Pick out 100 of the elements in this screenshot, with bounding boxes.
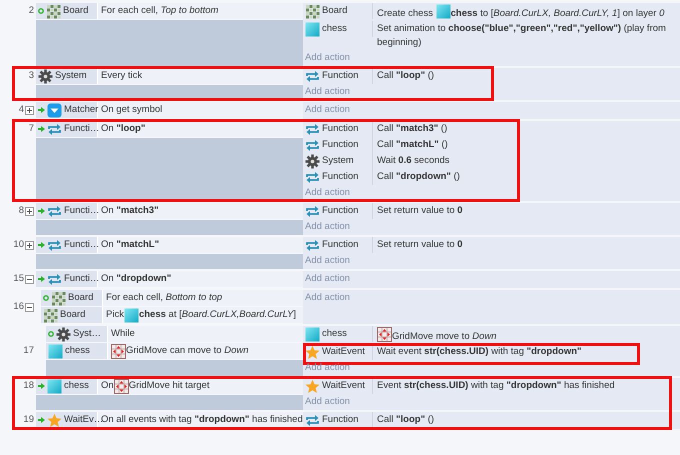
object-name: Function (322, 170, 358, 184)
gear-icon (305, 154, 320, 169)
event-number: 8 (18, 204, 24, 218)
star-icon (305, 379, 320, 394)
event-number: 16 (13, 300, 24, 314)
object-name: Function (322, 413, 358, 427)
object-name: Function (322, 238, 358, 252)
star-icon (305, 345, 320, 360)
object-name: Functi… (64, 238, 100, 252)
event-number: 15 (13, 272, 24, 286)
condition-cell[interactable]: Every tick (98, 68, 303, 84)
gear-icon (56, 326, 71, 342)
action-text: Call "matchL" () (377, 139, 448, 150)
event-number: 4 (18, 103, 24, 117)
object-name: Functi… (64, 204, 100, 218)
action-text: GridMove move to Down (392, 331, 497, 342)
square-icon (305, 22, 320, 37)
condition-text: On "matchL" (101, 238, 160, 252)
cycle-arrows-icon (305, 138, 320, 153)
condition-text: On "match3" (101, 204, 159, 218)
condition-text: On (101, 379, 114, 393)
star-icon (47, 412, 62, 428)
condition-cell[interactable]: On GridMove hit target (98, 378, 303, 394)
grid-arrows-icon (111, 344, 126, 358)
event-number: 19 (23, 413, 34, 427)
gear-icon (38, 68, 53, 84)
cycle-arrows-icon (305, 413, 320, 428)
condition-text: Every tick (101, 69, 142, 83)
object-name: Function (322, 204, 358, 218)
cycle-arrows-icon (305, 69, 320, 84)
object-name: Syst… (73, 327, 101, 341)
action-text: Call "dropdown" () (377, 171, 460, 182)
condition-object-cell[interactable]: chess (36, 378, 98, 394)
grid-arrows-icon (114, 378, 129, 394)
condition-cell[interactable]: On "matchL" (98, 237, 303, 253)
object-name: Function (322, 69, 358, 83)
object-name: Function (322, 122, 358, 136)
object-name: System (55, 69, 87, 83)
condition-object-cell[interactable]: Board (41, 307, 103, 323)
condition-object-cell[interactable]: Functi… (36, 271, 98, 287)
cycle-arrows-icon (305, 204, 320, 219)
condition-cell[interactable]: For each cell, Top to bottom (98, 3, 303, 19)
object-name: chess (322, 22, 347, 36)
cycle-arrows-icon (47, 204, 62, 218)
square-icon (305, 327, 320, 342)
condition-object-cell[interactable]: Matcher (36, 102, 98, 118)
condition-cell[interactable]: For each cell, Bottom to top (103, 290, 303, 306)
object-name: Board (322, 4, 348, 18)
condition-text: Pick (106, 308, 124, 322)
condition-cell[interactable]: On "dropdown" (98, 271, 303, 287)
action-text: Create chess (377, 8, 434, 19)
event-number: 7 (28, 122, 34, 136)
condition-object-cell[interactable]: System (36, 68, 98, 84)
square-icon (124, 308, 139, 322)
checkerboard-icon (305, 4, 320, 19)
condition-text: GridMove hit target (128, 379, 210, 393)
condition-text: While (111, 327, 135, 341)
condition-object-cell[interactable]: Syst… (46, 326, 108, 342)
condition-object-cell[interactable]: Board (36, 3, 98, 19)
action-text: Call "loop" () (377, 414, 434, 425)
condition-cell[interactable]: On "loop" (98, 121, 303, 137)
condition-cell[interactable]: Pick chess at [Board.CurLX,Board.CurLY] (103, 307, 303, 323)
cycle-arrows-icon (305, 238, 320, 253)
cycle-arrows-icon (47, 238, 62, 252)
object-name: Matcher (64, 103, 98, 117)
checkerboard-icon (43, 308, 58, 322)
condition-object-cell[interactable]: Functi… (36, 237, 98, 253)
checkerboard-icon (51, 290, 66, 306)
condition-text: For each cell, Bottom to top (106, 291, 222, 305)
condition-text: On "loop" (101, 122, 146, 136)
grid-arrows-icon (377, 327, 392, 342)
condition-text: chess at [Board.CurLX,Board.CurLY] (138, 308, 296, 322)
object-name: System (322, 154, 354, 168)
event-number: 3 (28, 69, 34, 83)
square-icon (48, 344, 63, 358)
condition-text: On "dropdown" (101, 272, 172, 286)
condition-object-cell[interactable]: Board (41, 290, 103, 306)
condition-cell[interactable]: On "match3" (98, 203, 303, 219)
cycle-arrows-icon (305, 170, 320, 185)
condition-text: GridMove can move to Down (126, 344, 249, 358)
object-name: Board (68, 291, 94, 305)
object-name: Functi… (64, 272, 100, 286)
condition-text: For each cell, Top to bottom (101, 4, 218, 18)
square-icon (47, 378, 62, 394)
object-name: Function (322, 138, 358, 152)
object-name: Functi… (64, 122, 100, 136)
action-text: Set animation to choose("blue","green","red","yellow") (play from beginning) (377, 23, 666, 48)
condition-object-cell[interactable]: Functi… (36, 203, 98, 219)
object-name: WaitEvent (322, 379, 365, 393)
object-name: Board (60, 308, 86, 322)
object-name: Board (63, 4, 88, 18)
checkerboard-icon (46, 4, 61, 18)
condition-cell[interactable]: While (108, 326, 303, 342)
condition-cell[interactable]: On get symbol (98, 102, 303, 118)
action-text: Wait 0.6 seconds (377, 155, 450, 166)
event-number: 18 (23, 379, 34, 393)
condition-object-cell[interactable]: chess (46, 343, 108, 359)
cycle-arrows-icon (47, 272, 62, 286)
condition-object-cell[interactable]: Functi… (36, 121, 98, 137)
condition-cell[interactable]: GridMove can move to Down (108, 343, 303, 359)
